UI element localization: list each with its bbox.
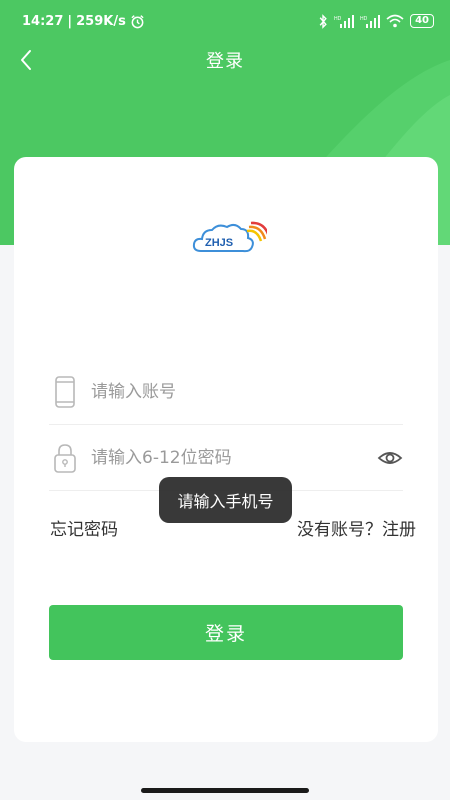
status-speed: 259K/s xyxy=(76,13,126,29)
home-indicator[interactable] xyxy=(141,788,309,793)
svg-text:HD: HD xyxy=(360,16,368,22)
status-bar: 14:27 | 259K/s HD HD 40 xyxy=(0,0,450,42)
bluetooth-icon xyxy=(319,13,327,29)
page-title: 登录 xyxy=(206,51,244,72)
signal-hd-icon-2: HD xyxy=(360,14,381,28)
account-field-row xyxy=(49,359,403,425)
signal-hd-icon: HD xyxy=(334,14,355,28)
wifi-icon xyxy=(386,14,404,28)
company-logo: ZHJS xyxy=(192,221,267,253)
login-card: ZHJS 忘记密码 没有账号？注册 登录 xyxy=(14,157,438,742)
account-input[interactable] xyxy=(91,381,351,402)
toast-message: 请输入手机号 xyxy=(159,477,292,523)
phone-icon xyxy=(55,375,75,408)
register-link[interactable]: 没有账号？注册 xyxy=(297,515,416,540)
password-input[interactable] xyxy=(91,447,351,468)
eye-icon[interactable] xyxy=(377,445,403,471)
lock-icon xyxy=(54,443,76,473)
svg-text:HD: HD xyxy=(334,16,342,22)
forgot-password-link[interactable]: 忘记密码 xyxy=(50,515,118,540)
status-time: 14:27 xyxy=(22,13,64,29)
back-chevron-icon[interactable] xyxy=(14,46,42,74)
battery-icon: 40 xyxy=(410,14,434,28)
logo-text: ZHJS xyxy=(205,237,233,249)
nav-bar: 登录 xyxy=(0,42,450,78)
status-separator: | xyxy=(67,13,73,29)
alarm-icon xyxy=(131,14,144,28)
login-button[interactable]: 登录 xyxy=(49,605,403,660)
